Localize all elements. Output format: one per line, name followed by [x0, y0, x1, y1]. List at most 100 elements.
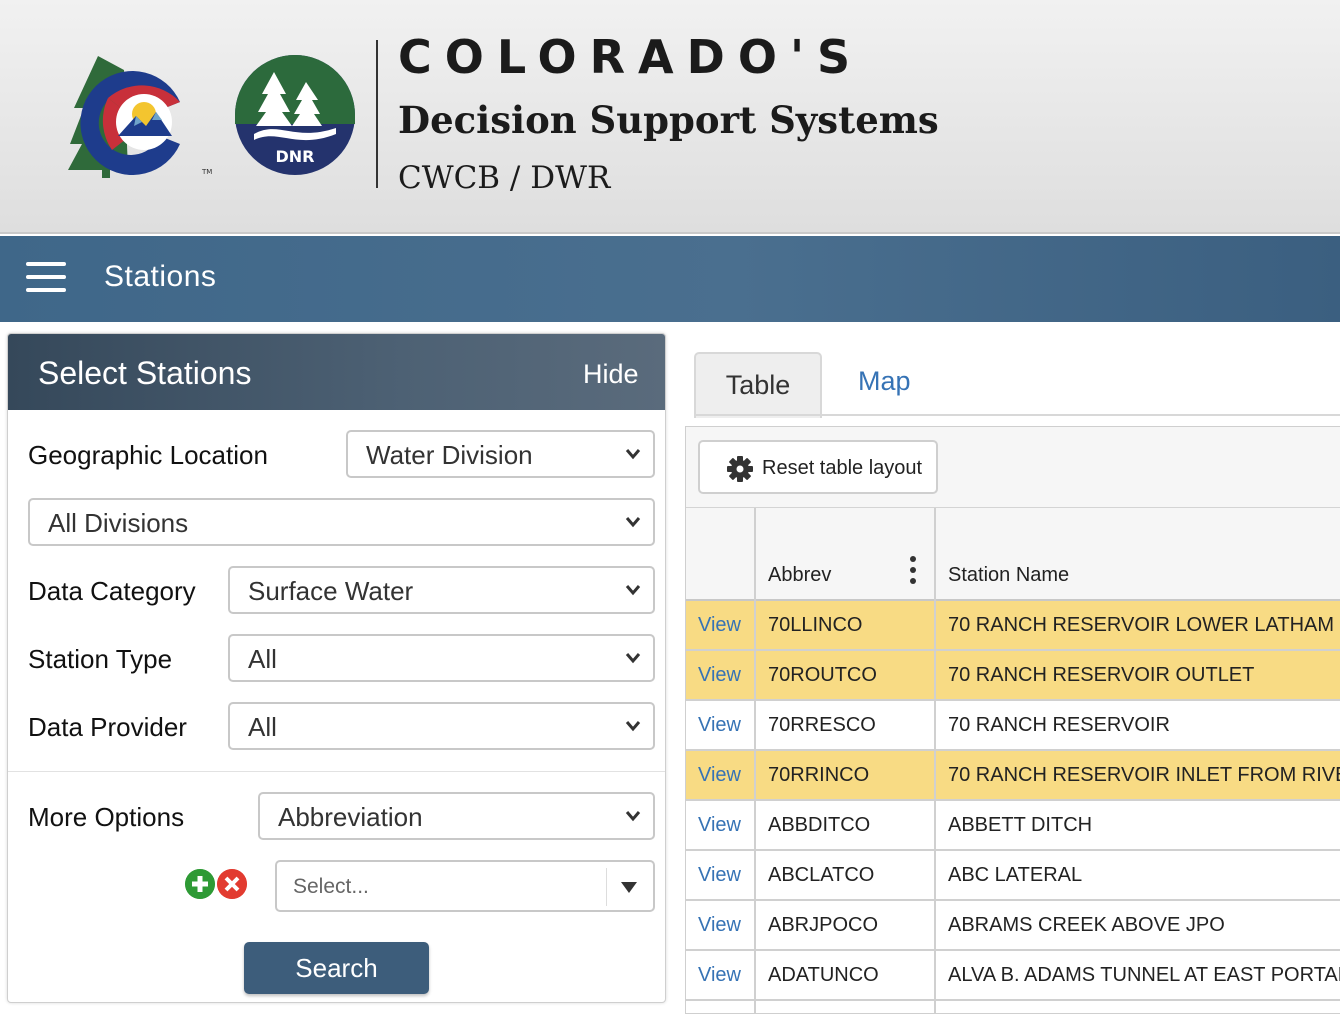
tab-underline [694, 414, 1340, 416]
column-header-station-name[interactable]: Station Name [936, 508, 1340, 601]
station-name-cell: 70 RANCH RESERVOIR INLET FROM RIVER DITC… [948, 764, 1340, 786]
station-name-cell [936, 1001, 1340, 1013]
view-cell: View [686, 951, 756, 999]
view-cell: View [686, 1001, 756, 1013]
table-header: Abbrev Station Name [686, 508, 1340, 601]
station-name-cell: 70 RANCH RESERVOIR OUTLET [948, 664, 1255, 686]
view-cell: View [686, 851, 756, 899]
data-provider-label: Data Provider [28, 712, 187, 742]
stations-grid: Reset table layout Abbrev Station Name V… [685, 426, 1340, 1014]
view-link[interactable]: View [698, 914, 741, 936]
reset-table-layout-button[interactable]: Reset table layout [698, 440, 938, 494]
table-row[interactable]: View [686, 1001, 1340, 1013]
geographic-location-label: Geographic Location [28, 440, 268, 470]
abbrev-cell [756, 1001, 936, 1013]
chevron-down-icon [625, 653, 641, 664]
page-title: Stations [104, 260, 217, 293]
hide-button[interactable]: Hide [583, 359, 639, 390]
panel-divider [8, 771, 665, 772]
more-options-select[interactable]: Abbreviation [258, 792, 655, 840]
data-category-select[interactable]: Surface Water [228, 566, 655, 614]
view-cell: View [686, 751, 756, 799]
table-row[interactable]: View ABRJPOCO ABRAMS CREEK ABOVE JPO [686, 901, 1340, 951]
view-link[interactable]: View [698, 614, 741, 636]
abbrev-cell: ABBDITCO [756, 801, 936, 849]
column-header-abbrev[interactable]: Abbrev [756, 508, 936, 601]
tab-map[interactable]: Map [858, 366, 911, 397]
panel-title: Select Stations [38, 355, 252, 391]
plus-circle-icon[interactable] [185, 869, 215, 899]
reset-table-layout-label: Reset table layout [762, 457, 923, 479]
chevron-down-icon [625, 721, 641, 732]
table-row[interactable]: View 70ROUTCO 70 RANCH RESERVOIR OUTLET [686, 651, 1340, 701]
hamburger-icon[interactable] [26, 262, 66, 294]
dnr-logo[interactable]: DNR [234, 54, 356, 176]
logo-divider [376, 40, 378, 188]
column-header-label: Station Name [948, 564, 1070, 586]
station-name-cell: 70 RANCH RESERVOIR [948, 714, 1170, 736]
gear-icon [727, 456, 753, 482]
geographic-location-value: Water Division [366, 440, 533, 470]
search-button[interactable]: Search [244, 942, 429, 994]
view-cell: View [686, 601, 756, 649]
table-body: View 70LLINCO 70 RANCH RESERVOIR LOWER LAT… [686, 601, 1340, 1013]
x-circle-icon[interactable] [217, 869, 247, 899]
brand-title: COLORADO'S [398, 30, 864, 84]
more-options-value-combobox[interactable]: Select... [275, 860, 655, 912]
station-type-value: All [248, 644, 277, 674]
view-link[interactable]: View [698, 814, 741, 836]
brand-agency: CWCB / DWR [398, 160, 611, 196]
dnr-text: DNR [276, 147, 315, 166]
nav-bar: Stations [0, 236, 1340, 322]
combobox-placeholder: Select... [293, 875, 369, 898]
table-row[interactable]: View ABBDITCO ABBETT DITCH [686, 801, 1340, 851]
division-value: All Divisions [48, 508, 189, 538]
caret-down-icon[interactable] [621, 882, 637, 893]
division-select[interactable]: All Divisions [28, 498, 655, 546]
station-name-cell: ABC LATERAL [948, 864, 1083, 886]
view-cell: View [686, 901, 756, 949]
column-header-view [686, 508, 756, 601]
chevron-down-icon [625, 449, 641, 460]
data-category-value: Surface Water [248, 576, 414, 606]
more-options-value: Abbreviation [278, 802, 423, 832]
table-row[interactable]: View 70RRESCO 70 RANCH RESERVOIR [686, 701, 1340, 751]
abbrev-cell: 70ROUTCO [756, 651, 936, 699]
column-header-label: Abbrev [768, 564, 832, 586]
abbrev-cell: 70RRESCO [756, 701, 936, 749]
abbrev-cell: 70RRINCO [756, 751, 936, 799]
brand-subtitle: Decision Support Systems [398, 98, 939, 142]
view-link[interactable]: View [698, 764, 741, 786]
view-link[interactable]: View [698, 714, 741, 736]
view-link[interactable]: View [698, 964, 741, 986]
colorado-logo[interactable]: TM [68, 50, 228, 180]
station-type-select[interactable]: All [228, 634, 655, 682]
station-name-cell: ABRAMS CREEK ABOVE JPO [948, 914, 1225, 936]
data-provider-value: All [248, 712, 277, 742]
trademark-text: TM [201, 168, 212, 176]
chevron-down-icon [625, 585, 641, 596]
more-options-label: More Options [28, 802, 185, 832]
site-header: TM DNR COLORADO'S Decision Support Syste… [0, 0, 1340, 234]
chevron-down-icon [625, 811, 641, 822]
select-stations-panel: Select Stations Hide Geographic Location… [7, 333, 666, 1003]
panel-header: Select Stations Hide [8, 334, 665, 410]
station-name-cell: ALVA B. ADAMS TUNNEL AT EAST PORTAL NEAR… [948, 964, 1340, 986]
station-type-label: Station Type [28, 644, 173, 674]
data-provider-select[interactable]: All [228, 702, 655, 750]
station-name-cell: 70 RANCH RESERVOIR LOWER LATHAM INLET [948, 614, 1340, 636]
kebab-menu-icon[interactable] [910, 556, 918, 586]
table-row[interactable]: View 70RRINCO 70 RANCH RESERVOIR INLET FRO… [686, 751, 1340, 801]
geographic-location-select[interactable]: Water Division [346, 430, 655, 478]
view-link[interactable]: View [698, 864, 741, 886]
tab-table[interactable]: Table [694, 352, 822, 418]
view-link[interactable]: View [698, 664, 741, 686]
table-row[interactable]: View 70LLINCO 70 RANCH RESERVOIR LOWER LAT… [686, 601, 1340, 651]
chevron-down-icon [625, 517, 641, 528]
view-cell: View [686, 801, 756, 849]
table-row[interactable]: View ABCLATCO ABC LATERAL [686, 851, 1340, 901]
table-row[interactable]: View ADATUNCO ALVA B. ADAMS TUNNEL AT EAST… [686, 951, 1340, 1001]
abbrev-cell: 70LLINCO [756, 601, 936, 649]
abbrev-cell: ABCLATCO [756, 851, 936, 899]
view-cell: View [686, 651, 756, 699]
